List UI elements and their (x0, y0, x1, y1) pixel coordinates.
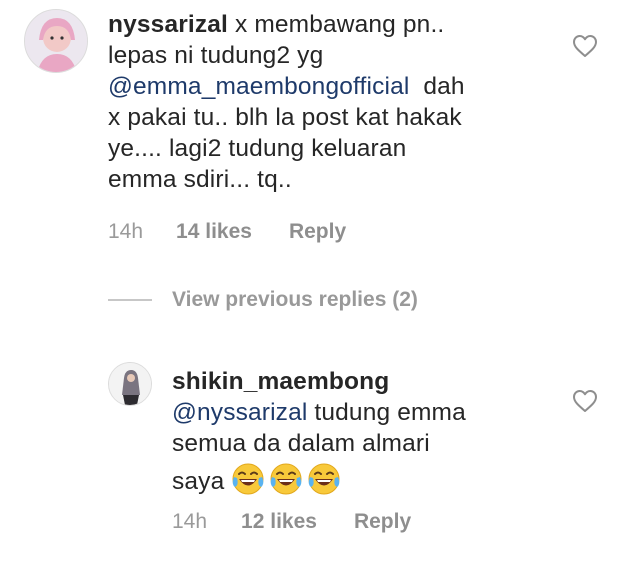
face-with-tears-of-joy-icon (308, 463, 340, 495)
comment-text-line: tudung emma (314, 399, 466, 426)
reply-button[interactable]: Reply (354, 510, 411, 534)
reply-button[interactable]: Reply (289, 220, 346, 244)
like-heart-icon[interactable] (572, 389, 598, 413)
avatar-photo-icon (25, 10, 87, 72)
comment-text-line: lepas ni tudung2 yg (108, 42, 324, 69)
divider-line (108, 299, 152, 301)
likes-count-button[interactable]: 12 likes (241, 510, 317, 534)
comment-text-line: semua da dalam almari (172, 430, 430, 457)
avatar[interactable] (108, 362, 152, 406)
comment-username[interactable]: shikin_maembong (172, 368, 389, 395)
emoji-row (231, 463, 345, 495)
face-with-tears-of-joy-icon (270, 463, 302, 495)
comment-username[interactable]: nyssarizal (108, 11, 228, 38)
comment-meta: 14h 12 likes Reply (172, 510, 411, 534)
likes-count-button[interactable]: 14 likes (176, 220, 252, 244)
comment-text-line: ye.... lagi2 tudung keluaran (108, 135, 407, 162)
comment-text-line: saya (172, 468, 225, 495)
comment-timestamp: 14h (108, 220, 144, 243)
like-heart-icon[interactable] (572, 34, 598, 58)
comment-text-line: emma sdiri... tq.. (108, 166, 292, 193)
comment-text-line: x pakai tu.. blh la post kat hakak (108, 104, 462, 131)
avatar[interactable] (24, 9, 88, 73)
mention-link[interactable]: @nyssarizal (172, 399, 307, 426)
avatar-photo-icon (109, 363, 151, 405)
view-previous-replies-button[interactable]: View previous replies (2) (108, 288, 418, 312)
comment-text-line: dah (423, 73, 465, 100)
comment-text-line: x membawang pn.. (234, 11, 445, 38)
view-replies-label: View previous replies (2) (172, 288, 418, 311)
face-with-tears-of-joy-icon (232, 463, 264, 495)
mention-link[interactable]: @emma_maembongofficial (108, 73, 409, 100)
comment-meta: 14h 14 likes Reply (108, 220, 346, 244)
comment-timestamp: 14h (172, 510, 208, 533)
